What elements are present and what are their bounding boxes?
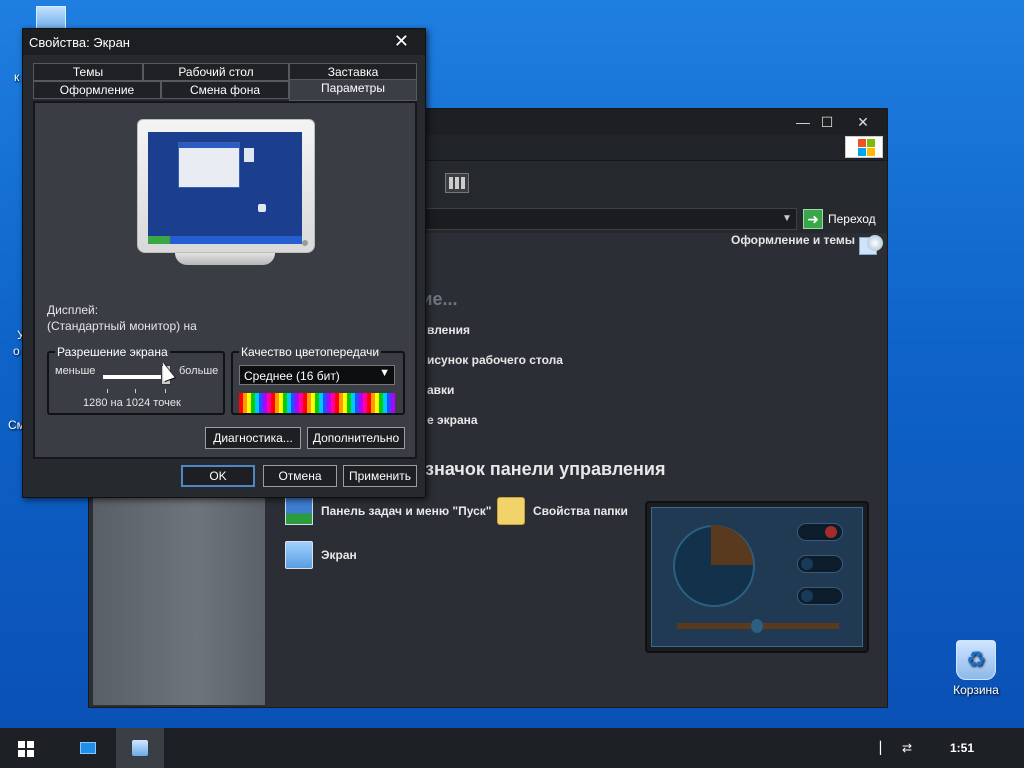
ok-button[interactable]: OK — [181, 465, 255, 487]
cancel-button[interactable]: Отмена — [263, 465, 337, 487]
color-quality-select[interactable]: Среднее (16 бит) ▼ — [239, 365, 395, 385]
resolution-group: Разрешение экрана меньше больше 1280 на … — [47, 345, 225, 415]
monitor-preview — [137, 119, 315, 267]
tab-settings[interactable]: Параметры — [289, 79, 417, 101]
tab-themes[interactable]: Темы — [33, 63, 143, 81]
monitor-screen — [148, 132, 302, 244]
cp-item-taskbar-start[interactable]: Панель задач и меню "Пуск" — [285, 495, 491, 527]
cp-item-label: Экран — [321, 548, 357, 562]
windows-flag-icon — [845, 136, 883, 158]
cp-item-display[interactable]: Экран — [285, 539, 357, 571]
tray-flag-icon[interactable]: ▏ — [880, 741, 889, 755]
color-quality-title: Качество цветопередачи — [239, 345, 382, 359]
views-icon[interactable] — [445, 173, 469, 193]
chevron-down-icon[interactable]: ▼ — [379, 367, 390, 379]
folder-options-icon — [497, 497, 525, 525]
category-link-appearance[interactable]: Оформление и темы — [731, 233, 855, 247]
color-spectrum-bar — [239, 393, 395, 413]
maximize-icon[interactable]: ☐ — [813, 112, 841, 132]
appearance-themes-icon — [855, 233, 887, 263]
tab-wallpaper-change[interactable]: Смена фона — [161, 81, 289, 99]
display-value: (Стандартный монитор) на — [47, 319, 197, 333]
recycle-bin-label: Корзина — [953, 683, 999, 697]
monitor-icon — [80, 742, 96, 754]
resolution-group-title: Разрешение экрана — [55, 345, 170, 359]
color-quality-value: Среднее (16 бит) — [244, 369, 340, 383]
desktop-label-stub-1: к — [14, 70, 20, 84]
display-icon — [285, 541, 313, 569]
display-properties-icon — [132, 740, 148, 756]
close-icon[interactable]: ✕ — [849, 112, 877, 132]
advanced-button[interactable]: Дополнительно — [307, 427, 405, 449]
task-link-4[interactable]: е экрана — [427, 413, 478, 427]
resolution-slider-track[interactable] — [103, 375, 169, 379]
display-properties-dialog: Свойства: Экран ✕ Темы Рабочий стол Заст… — [22, 28, 426, 498]
apply-button[interactable]: Применить — [343, 465, 417, 487]
task-link-1[interactable]: вления — [427, 323, 470, 337]
desktop-label-stub-3: о — [13, 344, 20, 358]
recycle-bin-icon — [956, 640, 996, 680]
taskbar-app-explorer[interactable] — [64, 728, 112, 768]
go-arrow-icon[interactable]: ➜ — [803, 209, 823, 229]
monitor-stand — [175, 253, 275, 265]
resolution-more-label: больше — [179, 365, 219, 377]
taskbar-clock[interactable]: 1:51 — [950, 741, 974, 755]
task-link-3[interactable]: авки — [427, 383, 454, 397]
resolution-less-label: меньше — [55, 365, 96, 377]
recycle-bin[interactable]: Корзина — [944, 640, 1008, 697]
chevron-down-icon[interactable]: ▼ — [778, 209, 796, 229]
cp-item-label: Панель задач и меню "Пуск" — [321, 504, 492, 518]
taskbar-app-display-properties[interactable] — [116, 728, 164, 768]
tab-strip: Темы Рабочий стол Заставка Оформление См… — [33, 63, 417, 103]
task-link-2[interactable]: исунок рабочего стола — [427, 353, 563, 367]
color-quality-group: Качество цветопередачи Среднее (16 бит) … — [231, 345, 405, 415]
start-button[interactable] — [0, 728, 48, 768]
category-preview-image — [645, 501, 869, 653]
cp-item-label: Свойства папки — [533, 504, 628, 518]
resolution-value: 1280 на 1024 точек — [83, 397, 181, 409]
close-icon[interactable]: ✕ — [394, 31, 409, 52]
tab-desktop[interactable]: Рабочий стол — [143, 63, 289, 81]
settings-tab-panel: Дисплей: (Стандартный монитор) на Разреш… — [33, 101, 417, 459]
dialog-title: Свойства: Экран — [29, 35, 130, 50]
taskbar-icon — [285, 497, 313, 525]
pick-icon-title: значок панели управления — [425, 459, 666, 479]
dialog-titlebar[interactable]: Свойства: Экран ✕ — [23, 29, 425, 55]
address-input[interactable]: ▼ — [419, 208, 797, 230]
power-led-icon — [302, 240, 308, 246]
display-label: Дисплей: — [47, 303, 99, 317]
windows-logo-icon — [18, 741, 34, 757]
taskbar: ▏ ⇄ 1:51 — [0, 728, 1024, 768]
network-icon[interactable]: ⇄ — [902, 741, 912, 755]
tab-appearance[interactable]: Оформление — [33, 81, 161, 99]
go-button-label[interactable]: Переход — [828, 212, 876, 226]
cp-item-folder-options[interactable]: Свойства папки — [497, 495, 628, 527]
troubleshoot-button[interactable]: Диагностика... — [205, 427, 301, 449]
